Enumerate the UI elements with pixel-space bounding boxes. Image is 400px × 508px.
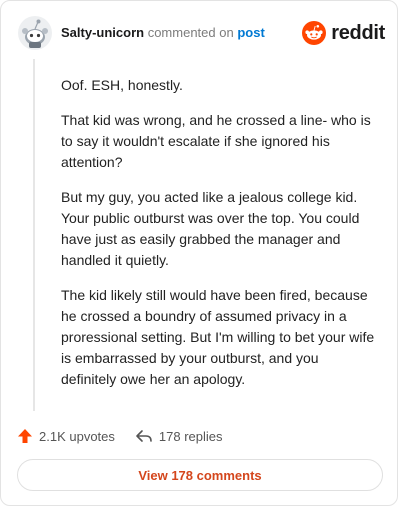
upvote-button[interactable]: 2.1K upvotes <box>17 428 115 444</box>
username-link[interactable]: Salty-unicorn <box>61 25 144 40</box>
reply-count: 178 replies <box>158 428 223 444</box>
comment-header: Salty-unicorn commented on post reddit <box>17 15 385 51</box>
reply-button[interactable]: 178 replies <box>135 428 223 444</box>
thread-line[interactable] <box>33 59 35 411</box>
comment-stats: 2.1K upvotes 178 replies <box>17 426 243 446</box>
upvote-arrow-icon <box>18 429 32 443</box>
brand-wordmark: reddit <box>331 21 385 44</box>
reddit-brand[interactable]: reddit <box>302 19 385 47</box>
comment-paragraph: The kid likely still would have been fir… <box>61 287 375 387</box>
post-link[interactable]: post <box>237 25 264 40</box>
reply-arrow-icon <box>136 430 152 442</box>
action-text: commented on <box>147 25 234 40</box>
comment-meta: Salty-unicorn commented on post <box>61 25 265 40</box>
snoo-avatar-icon[interactable] <box>17 15 53 51</box>
upvote-count: 2.1K upvotes <box>39 428 115 444</box>
comment-paragraph: That kid was wrong, and he crossed a lin… <box>61 112 371 170</box>
comment-body: Oof. ESH, honestly. That kid was wrong, … <box>61 75 377 404</box>
comment-paragraph: But my guy, you acted like a jealous col… <box>61 189 360 268</box>
view-comments-button[interactable]: View 178 comments <box>17 459 383 491</box>
comment-card: Salty-unicorn commented on post reddit O… <box>0 0 398 506</box>
comment-paragraph: Oof. ESH, honestly. <box>61 77 183 93</box>
reddit-logo-icon <box>302 21 327 45</box>
